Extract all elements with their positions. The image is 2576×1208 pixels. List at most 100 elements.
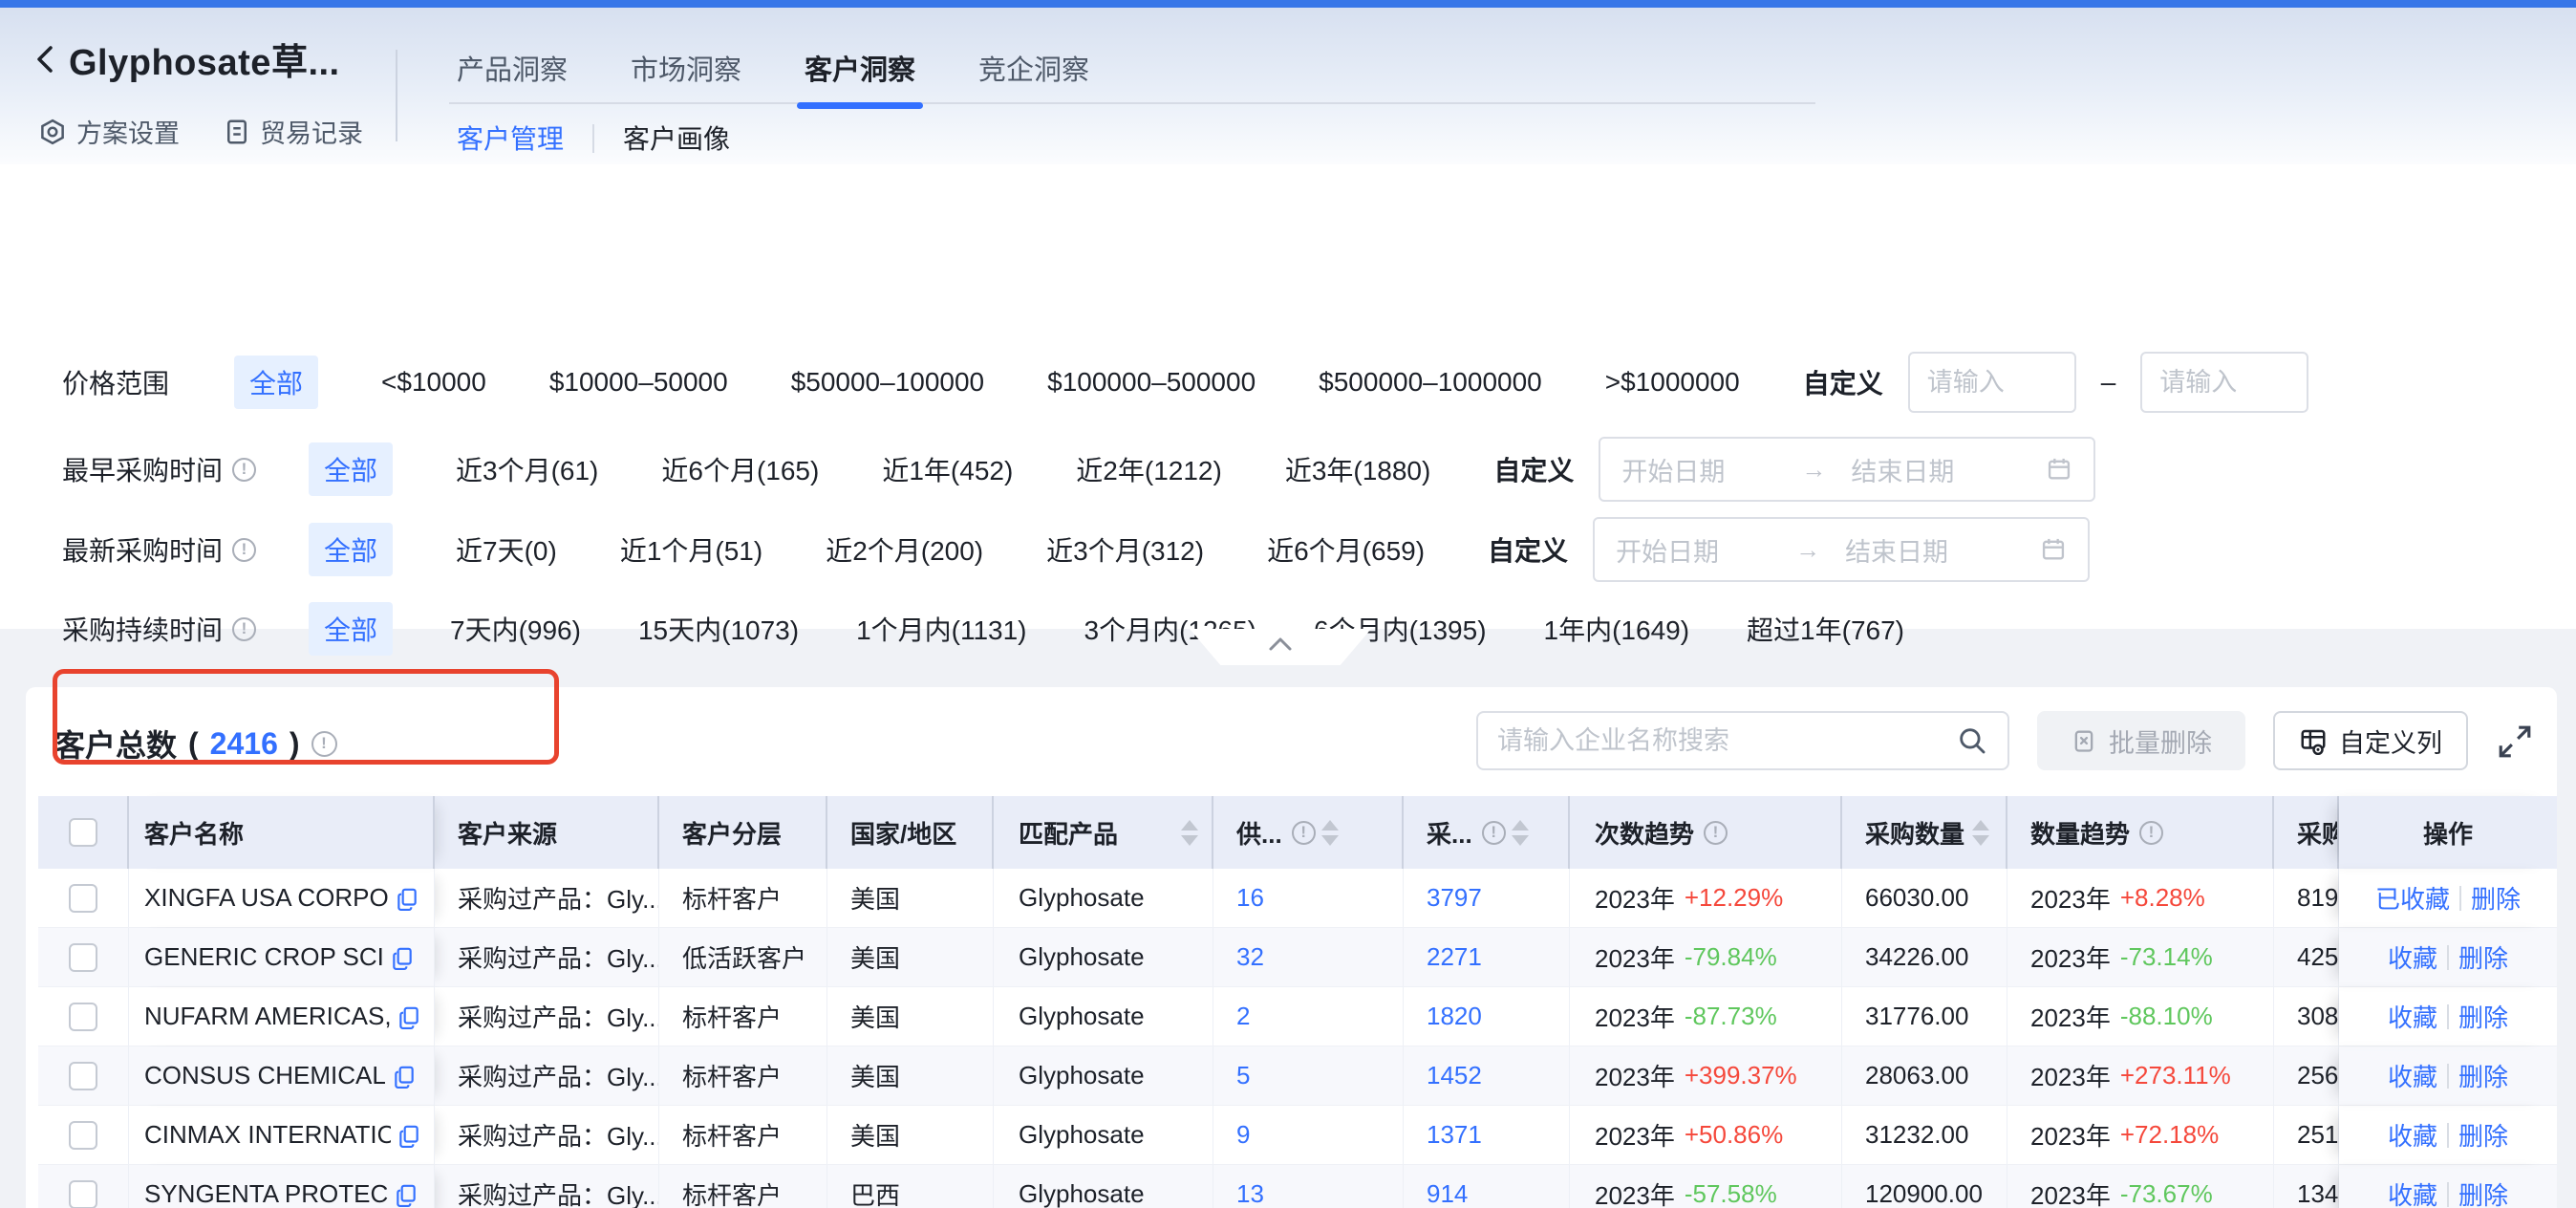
col-customer-source[interactable]: 客户来源 — [435, 796, 659, 869]
col-customer-name[interactable]: 客户名称 — [129, 796, 435, 869]
price-option[interactable]: <$10000 — [381, 367, 486, 398]
info-icon[interactable] — [1704, 821, 1728, 845]
latest-option[interactable]: 近1个月(51) — [620, 530, 762, 569]
info-icon[interactable] — [2139, 821, 2163, 845]
tab-customer-insight[interactable]: 客户洞察 — [805, 48, 915, 109]
company-search-box[interactable] — [1476, 711, 2009, 770]
purchases-link[interactable]: 1371 — [1427, 1120, 1482, 1150]
duration-option[interactable]: 超过1年(767) — [1747, 610, 1904, 648]
suppliers-link[interactable]: 5 — [1236, 1061, 1250, 1090]
sort-icon[interactable] — [1181, 820, 1198, 846]
purchases-link[interactable]: 914 — [1427, 1179, 1468, 1208]
price-option[interactable]: $50000–100000 — [791, 367, 984, 398]
customer-name[interactable]: XINGFA USA CORPO — [144, 883, 389, 913]
latest-option-all[interactable]: 全部 — [309, 523, 393, 576]
latest-option[interactable]: 近3个月(312) — [1046, 530, 1204, 569]
purchases-link[interactable]: 1452 — [1427, 1061, 1482, 1090]
duration-option-all[interactable]: 全部 — [309, 602, 393, 656]
info-icon[interactable] — [311, 731, 337, 757]
price-max-input[interactable] — [2140, 352, 2308, 413]
price-option[interactable]: $10000–50000 — [549, 367, 728, 398]
price-option[interactable]: $100000–500000 — [1047, 367, 1256, 398]
row-checkbox[interactable] — [69, 1180, 97, 1208]
favorite-link[interactable]: 已收藏 — [2375, 880, 2450, 916]
col-purchase-clipped[interactable]: 采购 — [2274, 796, 2339, 869]
customer-name[interactable]: CINMAX INTERNATIO — [144, 1120, 391, 1150]
suppliers-link[interactable]: 16 — [1236, 883, 1264, 913]
company-search-input[interactable] — [1497, 726, 1956, 756]
suppliers-link[interactable]: 2 — [1236, 1002, 1250, 1031]
duration-option[interactable]: 7天内(996) — [450, 610, 581, 648]
info-icon[interactable] — [1292, 821, 1316, 845]
delete-link[interactable]: 删除 — [2458, 1058, 2508, 1093]
info-icon[interactable] — [1482, 821, 1506, 845]
earliest-option[interactable]: 近3个月(61) — [456, 450, 598, 488]
suppliers-link[interactable]: 32 — [1236, 942, 1264, 972]
row-checkbox[interactable] — [69, 943, 97, 972]
col-purchase-quantity[interactable]: 采购数量 — [1842, 796, 2007, 869]
purchases-link[interactable]: 1820 — [1427, 1002, 1482, 1031]
sort-icon[interactable] — [1972, 820, 1989, 846]
earliest-option-all[interactable]: 全部 — [309, 442, 393, 496]
copy-icon[interactable] — [397, 1123, 421, 1148]
tab-competitor-insight[interactable]: 竞企洞察 — [978, 48, 1089, 109]
earliest-option[interactable]: 近2年(1212) — [1076, 450, 1222, 488]
search-icon[interactable] — [1956, 724, 1988, 757]
row-checkbox[interactable] — [69, 1062, 97, 1090]
customer-name[interactable]: NUFARM AMERICAS, — [144, 1002, 391, 1031]
delete-link[interactable]: 删除 — [2458, 1117, 2508, 1153]
earliest-option[interactable]: 近3年(1880) — [1285, 450, 1431, 488]
delete-link[interactable]: 删除 — [2458, 939, 2508, 975]
info-icon[interactable] — [232, 538, 256, 562]
sort-icon[interactable] — [1321, 820, 1339, 846]
fullscreen-icon[interactable] — [2497, 723, 2533, 760]
purchases-link[interactable]: 3797 — [1427, 883, 1482, 913]
latest-date-range-input[interactable]: 开始日期 → 结束日期 — [1593, 517, 2090, 582]
filter-collapse-tab[interactable] — [1190, 629, 1371, 665]
favorite-link[interactable]: 收藏 — [2388, 1117, 2437, 1153]
delete-link[interactable]: 删除 — [2458, 999, 2508, 1034]
copy-icon[interactable] — [397, 1004, 421, 1029]
price-min-input[interactable] — [1908, 352, 2076, 413]
tab-market-insight[interactable]: 市场洞察 — [631, 48, 741, 109]
copy-icon[interactable] — [394, 1182, 419, 1207]
custom-columns-button[interactable]: 自定义列 — [2273, 711, 2468, 770]
row-checkbox[interactable] — [69, 1121, 97, 1150]
info-icon[interactable] — [232, 617, 256, 641]
latest-option[interactable]: 近7天(0) — [456, 530, 557, 569]
copy-icon[interactable] — [390, 945, 415, 970]
plan-settings-button[interactable]: 方案设置 — [38, 113, 180, 150]
favorite-link[interactable]: 收藏 — [2388, 939, 2437, 975]
duration-option[interactable]: 1年内(1649) — [1544, 610, 1690, 648]
favorite-link[interactable]: 收藏 — [2388, 1058, 2437, 1093]
col-suppliers[interactable]: 供... — [1213, 796, 1404, 869]
latest-option[interactable]: 近6个月(659) — [1267, 530, 1425, 569]
price-option[interactable]: >$1000000 — [1605, 367, 1740, 398]
col-quantity-trend[interactable]: 数量趋势 — [2007, 796, 2274, 869]
back-title-group[interactable]: Glyphosate草... — [32, 32, 340, 85]
col-matched-product[interactable]: 匹配产品 — [994, 796, 1213, 869]
earliest-option[interactable]: 近1年(452) — [882, 450, 1013, 488]
row-checkbox[interactable] — [69, 884, 97, 913]
duration-option[interactable]: 1个月内(1131) — [856, 610, 1026, 648]
earliest-date-range-input[interactable]: 开始日期 → 结束日期 — [1599, 437, 2095, 502]
price-option-all[interactable]: 全部 — [234, 356, 318, 409]
col-purchases[interactable]: 采... — [1404, 796, 1570, 869]
trade-records-button[interactable]: 贸易记录 — [224, 113, 363, 150]
purchases-link[interactable]: 2271 — [1427, 942, 1482, 972]
sort-icon[interactable] — [1512, 820, 1529, 846]
col-customer-tier[interactable]: 客户分层 — [659, 796, 827, 869]
col-country[interactable]: 国家/地区 — [827, 796, 994, 869]
col-count-trend[interactable]: 次数趋势 — [1570, 796, 1842, 869]
suppliers-link[interactable]: 9 — [1236, 1120, 1250, 1150]
suppliers-link[interactable]: 13 — [1236, 1179, 1264, 1208]
tab-product-insight[interactable]: 产品洞察 — [457, 48, 568, 109]
row-checkbox[interactable] — [69, 1003, 97, 1031]
price-option[interactable]: $500000–1000000 — [1319, 367, 1542, 398]
select-all-checkbox[interactable] — [69, 818, 97, 847]
batch-delete-button[interactable]: 批量删除 — [2037, 711, 2245, 770]
info-icon[interactable] — [232, 458, 256, 482]
earliest-option[interactable]: 近6个月(165) — [661, 450, 819, 488]
duration-option[interactable]: 15天内(1073) — [638, 610, 799, 648]
latest-option[interactable]: 近2个月(200) — [826, 530, 983, 569]
